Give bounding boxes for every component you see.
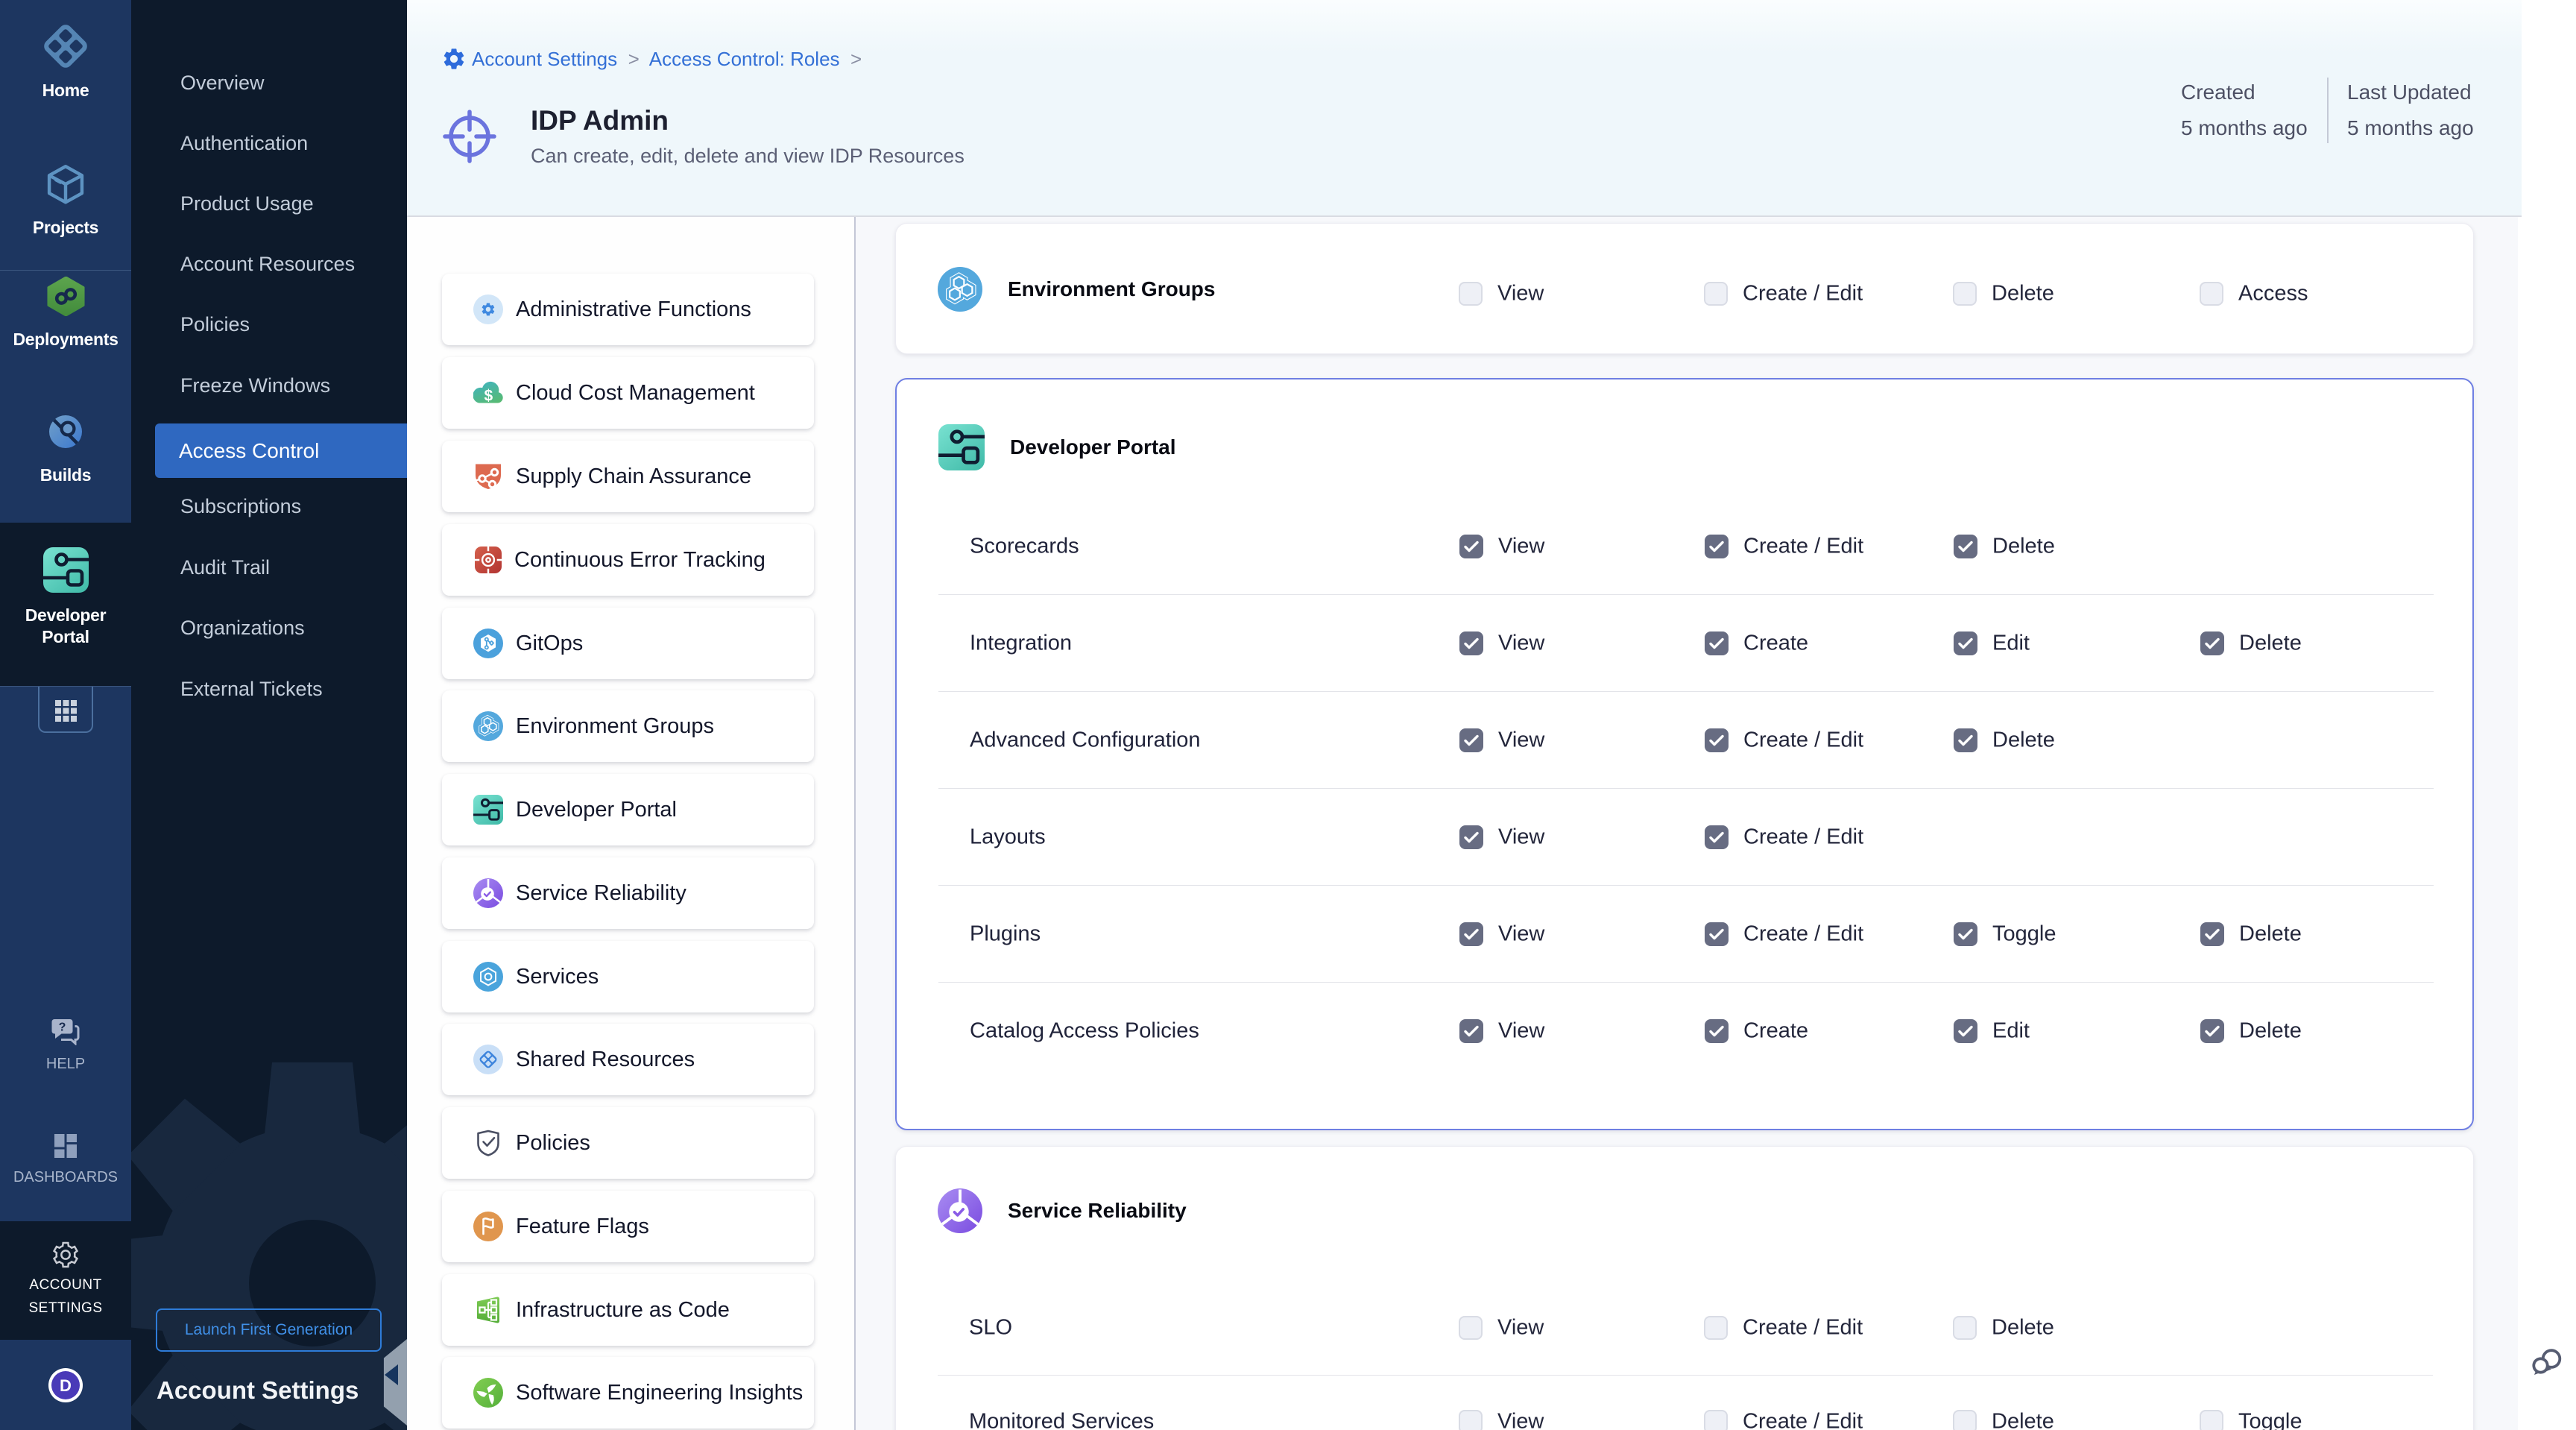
svg-text:D: D	[60, 1376, 72, 1395]
svg-text:$: $	[484, 388, 493, 405]
svg-text:?: ?	[59, 1021, 66, 1034]
